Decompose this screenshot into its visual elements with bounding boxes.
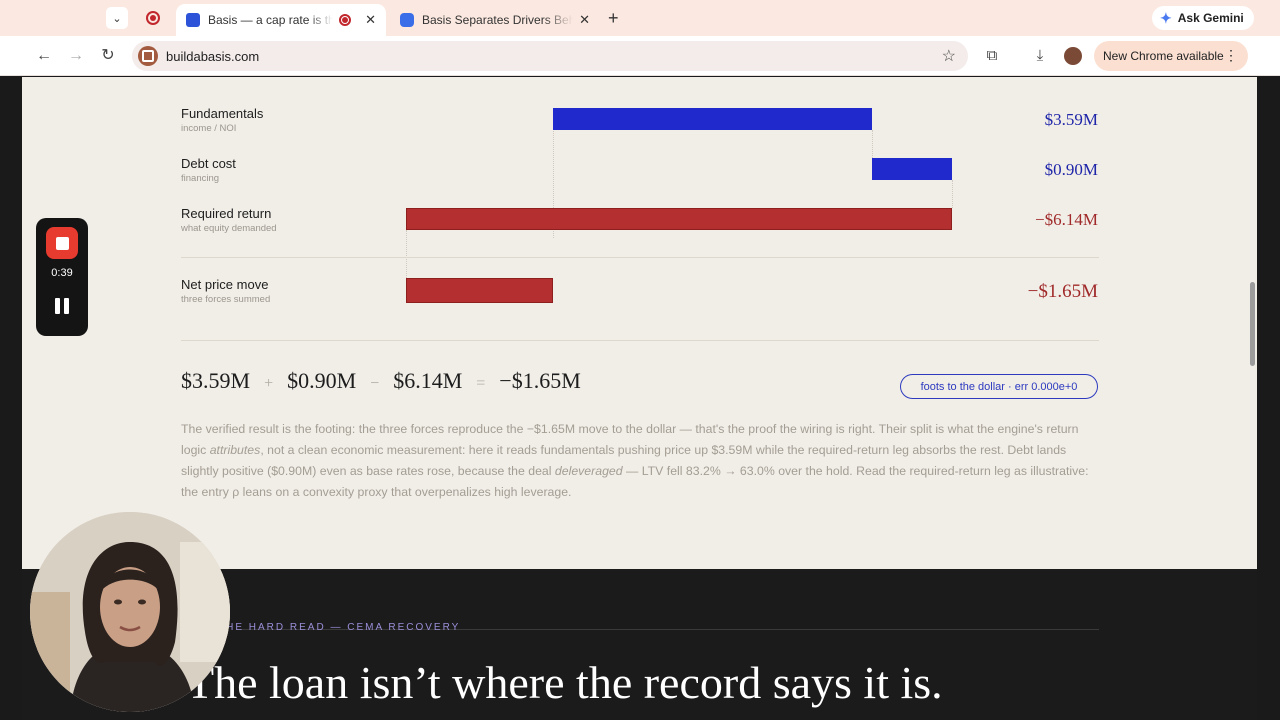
- row-label-fundamentals: Fundamentals income / NOI: [181, 106, 263, 134]
- explanation-paragraph: The verified result is the footing: the …: [181, 419, 1099, 503]
- row-sublabel: income / NOI: [181, 123, 237, 134]
- bar-debt-cost: [872, 158, 952, 180]
- url-text[interactable]: buildabasis.com: [166, 49, 942, 64]
- row-label-net-price-move: Net price move three forces summed: [181, 277, 270, 305]
- close-tab-icon[interactable]: ✕: [365, 12, 376, 28]
- close-tab-icon[interactable]: ✕: [579, 12, 590, 28]
- total-divider: [181, 257, 1099, 258]
- row-name: Net price move: [181, 277, 269, 292]
- row-sublabel: financing: [181, 173, 220, 184]
- equation-operator: −: [370, 375, 380, 392]
- tab-basis-active[interactable]: Basis — a cap rate is three ✕: [176, 4, 386, 36]
- tab-search-chevron-icon[interactable]: ⌄: [106, 7, 128, 29]
- forward-arrow-icon[interactable]: →: [66, 46, 86, 66]
- basis-favicon-icon: [186, 13, 200, 27]
- ask-gemini-button[interactable]: ✦ Ask Gemini: [1152, 6, 1254, 30]
- paragraph-emphasis: attributes: [209, 443, 261, 457]
- section-headline: The loan isn’t where the record says it …: [186, 657, 943, 708]
- profile-avatar[interactable]: [1064, 47, 1082, 65]
- new-tab-plus-icon[interactable]: +: [608, 8, 619, 29]
- value-label-required-return: −$6.14M: [1035, 210, 1098, 229]
- paragraph-emphasis: deleveraged: [554, 464, 623, 478]
- section-eyebrow: THE HARD READ — CEMA RECOVERY: [218, 622, 461, 633]
- equation-term: $6.14M: [393, 368, 463, 393]
- row-name: Required return: [181, 206, 272, 221]
- gemini-sparkle-icon: ✦: [1160, 9, 1172, 26]
- presenter-video-image: [30, 512, 230, 712]
- row-label-debt-cost: Debt cost financing: [181, 156, 236, 184]
- bar-net-price-move: [406, 278, 553, 303]
- update-label: New Chrome available: [1103, 49, 1224, 63]
- row-sublabel: what equity demanded: [181, 223, 277, 234]
- pause-icon[interactable]: [55, 298, 69, 314]
- equation-operator: =: [476, 375, 486, 392]
- equation-term: $3.59M: [181, 368, 251, 393]
- equation-term: $0.90M: [287, 368, 357, 393]
- more-vertical-icon[interactable]: ⋮: [1224, 48, 1238, 62]
- chrome-update-button[interactable]: New Chrome available ⋮: [1094, 41, 1248, 71]
- webcam-overlay: [30, 512, 230, 712]
- stop-recording-button[interactable]: [46, 227, 78, 259]
- extensions-puzzle-icon[interactable]: ⧉: [982, 46, 1002, 66]
- gear-favicon-icon: [400, 13, 414, 27]
- value-label-debt-cost: $0.90M: [1044, 160, 1098, 179]
- equation-operator: +: [264, 375, 274, 392]
- value-label-fundamentals: $3.59M: [1044, 110, 1098, 129]
- footing-badge: foots to the dollar · err 0.000e+0: [900, 374, 1098, 399]
- site-info-icon[interactable]: [138, 46, 158, 66]
- tab-title: Basis Separates Drivers Behind: [422, 13, 574, 27]
- value-label-net-price-move: −$1.65M: [1027, 281, 1098, 302]
- row-label-required-return: Required return what equity demanded: [181, 206, 277, 234]
- waterfall-connector: [952, 180, 953, 208]
- reload-icon[interactable]: ↻: [98, 46, 118, 66]
- screen-recorder-widget: 0:39: [36, 218, 88, 336]
- download-icon[interactable]: ⤓: [1030, 46, 1050, 66]
- browser-toolbar: ← → ↻ buildabasis.com ☆ ⧉ ⤓ New Chrome a…: [0, 36, 1280, 76]
- bookmark-star-icon[interactable]: ☆: [942, 46, 956, 66]
- tab-title: Basis — a cap rate is three: [208, 13, 334, 27]
- bar-fundamentals: [553, 108, 872, 130]
- equation-result: −$1.65M: [499, 368, 581, 393]
- footing-equation: $3.59M + $0.90M − $6.14M = −$1.65M: [181, 368, 581, 394]
- section-divider: [181, 340, 1099, 341]
- waterfall-connector: [406, 230, 407, 278]
- page-scrollbar[interactable]: [1250, 282, 1255, 366]
- row-name: Fundamentals: [181, 106, 264, 121]
- tab-basis-separates[interactable]: Basis Separates Drivers Behind ✕: [390, 4, 600, 36]
- tab-strip: ⌄ Basis — a cap rate is three ✕ Basis Se…: [0, 0, 1280, 36]
- address-bar[interactable]: buildabasis.com ☆: [132, 41, 968, 71]
- recording-tab-icon[interactable]: [146, 11, 160, 25]
- recording-indicator-icon: [339, 14, 352, 26]
- row-sublabel: three forces summed: [181, 294, 271, 305]
- row-name: Debt cost: [181, 156, 236, 171]
- ask-gemini-label: Ask Gemini: [1177, 11, 1244, 25]
- bar-required-return: [406, 208, 952, 230]
- back-arrow-icon[interactable]: ←: [34, 46, 54, 66]
- waterfall-connector: [872, 130, 873, 158]
- recording-timer: 0:39: [51, 267, 73, 279]
